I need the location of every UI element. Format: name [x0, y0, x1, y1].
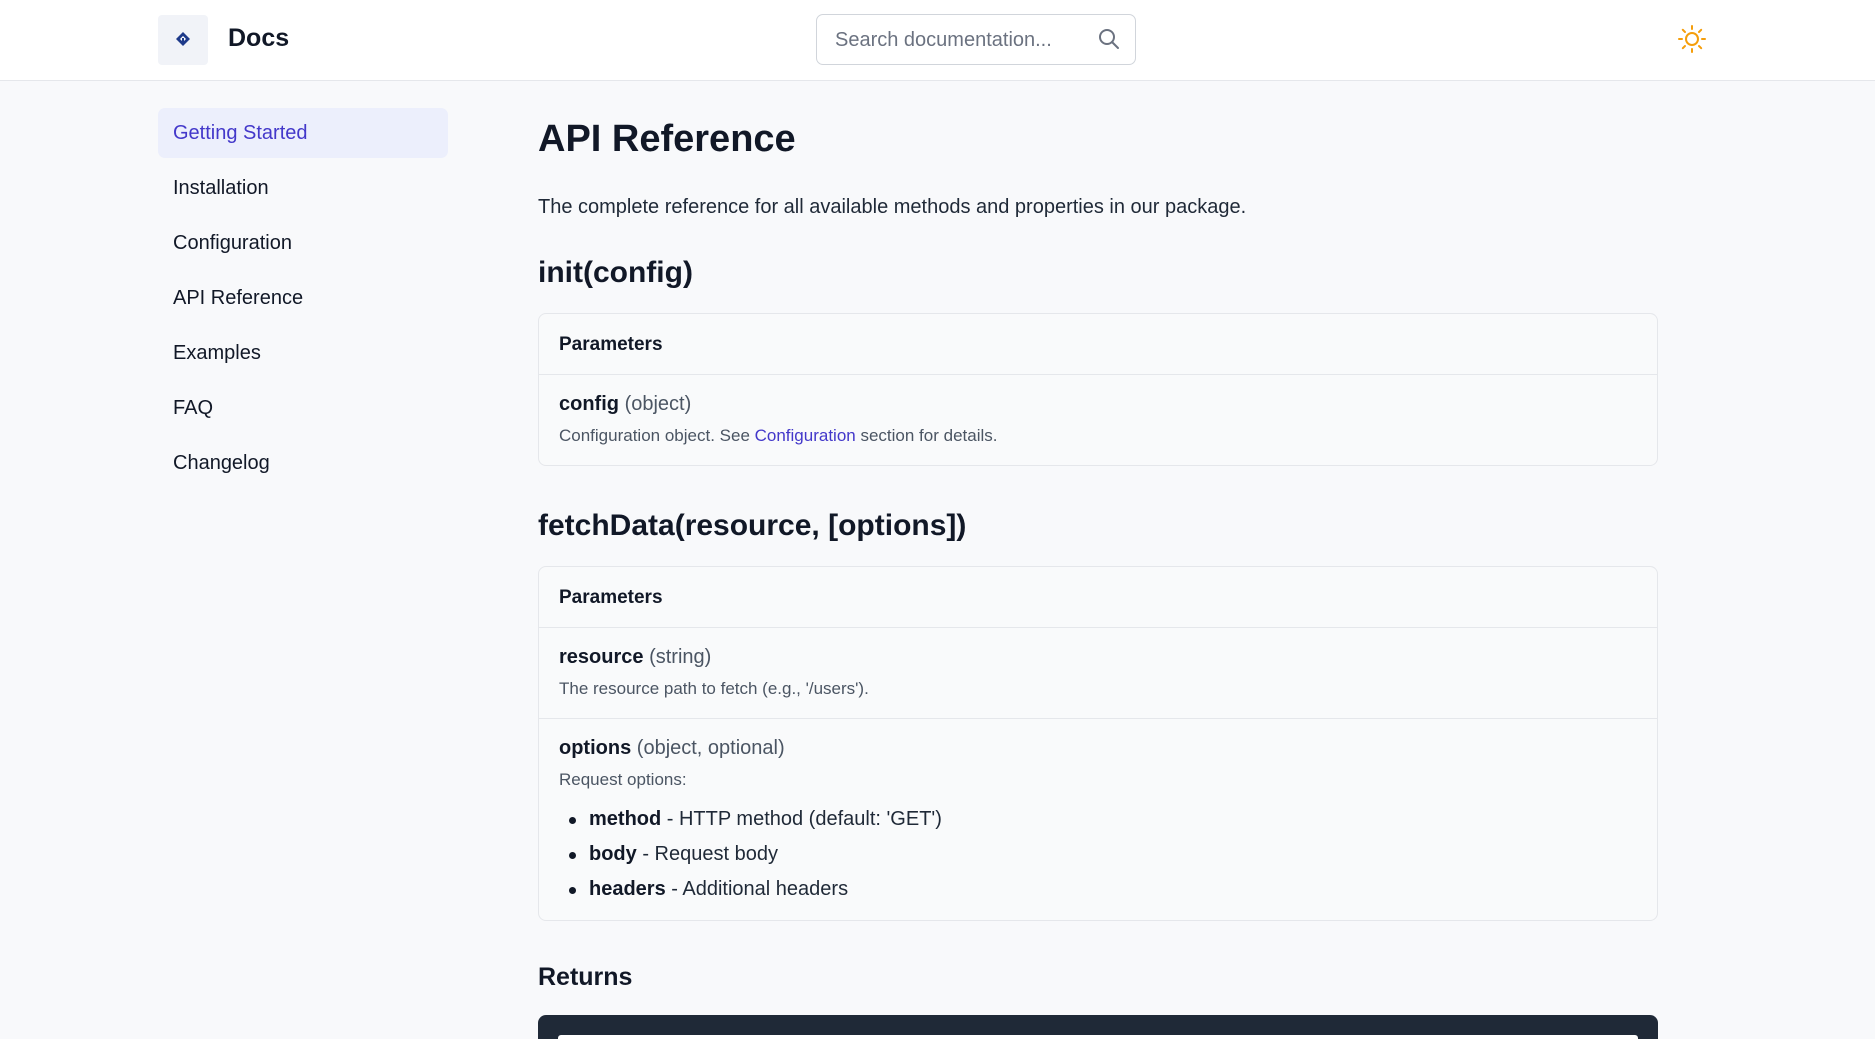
param-desc: The resource path to fetch (e.g., '/user…: [559, 679, 869, 698]
sun-icon[interactable]: [1677, 24, 1707, 54]
code-block: [538, 1015, 1658, 1039]
param-name: resource: [559, 646, 644, 668]
param-resource: resource (string) The resource path to f…: [539, 628, 1657, 719]
sidebar-item-configuration[interactable]: Configuration: [158, 218, 448, 268]
list-item: headers - Additional headers: [559, 872, 1637, 907]
sidebar-item-api-reference[interactable]: API Reference: [158, 273, 448, 323]
param-type: (object, optional): [636, 737, 785, 759]
diamond-logo-icon: [176, 32, 190, 46]
method-heading-fetchdata: fetchData(resource, [options]): [538, 509, 967, 542]
configuration-link[interactable]: Configuration: [755, 426, 856, 445]
params-card-init: Parameters config (object) Configuration…: [538, 313, 1658, 466]
sidebar-nav: Getting Started Installation Configurati…: [158, 108, 448, 493]
list-item: body - Request body: [559, 837, 1637, 872]
search-icon[interactable]: [1097, 27, 1121, 51]
sidebar-item-faq[interactable]: FAQ: [158, 383, 448, 433]
page-title: API Reference: [538, 118, 796, 160]
code-content: [558, 1035, 1638, 1039]
sidebar-item-changelog[interactable]: Changelog: [158, 438, 448, 488]
param-config: config (object) Configuration object. Se…: [539, 375, 1657, 446]
param-name: options: [559, 737, 632, 759]
param-type: (string): [649, 646, 712, 668]
brand-title[interactable]: Docs: [228, 24, 289, 53]
intro-text: The complete reference for all available…: [538, 196, 1247, 218]
param-desc: Configuration object. See Configuration …: [559, 426, 998, 445]
search-input[interactable]: [835, 25, 1075, 55]
params-header: Parameters: [539, 314, 1657, 375]
method-heading-init: init(config): [538, 256, 693, 289]
returns-heading: Returns: [538, 963, 633, 991]
sidebar-item-getting-started[interactable]: Getting Started: [158, 108, 448, 158]
param-desc: Request options:: [559, 770, 687, 789]
search-box[interactable]: [816, 14, 1136, 65]
logo[interactable]: [158, 15, 208, 65]
top-header: Docs: [0, 0, 1875, 81]
sidebar-item-installation[interactable]: Installation: [158, 163, 448, 213]
params-card-fetchdata: Parameters resource (string) The resourc…: [538, 566, 1658, 921]
params-header: Parameters: [539, 567, 1657, 628]
list-item: method - HTTP method (default: 'GET'): [559, 802, 1637, 837]
param-options: options (object, optional) Request optio…: [539, 719, 1657, 920]
options-list: method - HTTP method (default: 'GET') bo…: [559, 802, 1637, 920]
param-name: config: [559, 393, 619, 415]
sidebar-item-examples[interactable]: Examples: [158, 328, 448, 378]
param-type: (object): [624, 393, 692, 415]
